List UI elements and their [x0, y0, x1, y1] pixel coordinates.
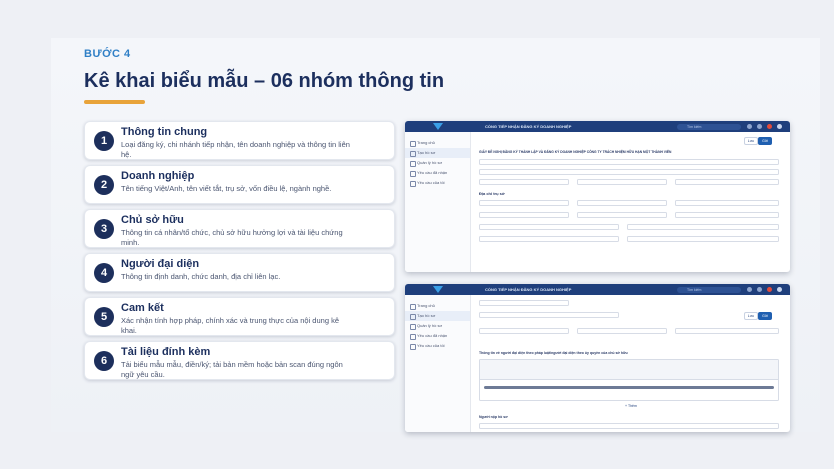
notification-icon[interactable] [767, 124, 772, 129]
app-name: CỔNG TIẾP NHẬN ĐĂNG KÝ DOANH NGHIỆP [485, 287, 572, 292]
info-card-2: 2 Doanh nghiệp Tên tiếng Việt/Anh, tên v… [84, 165, 395, 204]
form-title: GIẤY ĐỀ NGHỊ ĐĂNG KÝ THÀNH LẬP VÀ ĐĂNG K… [479, 150, 672, 154]
form-field[interactable] [479, 423, 779, 429]
submit-button[interactable]: Gửi [758, 137, 772, 145]
card-description: Xác nhận tính hợp pháp, chính xác và tru… [121, 316, 340, 335]
form-field[interactable] [675, 200, 779, 206]
avatar[interactable] [777, 124, 782, 129]
card-description: Loại đăng ký, chi nhánh tiếp nhận, tên d… [121, 140, 350, 159]
notification-icon[interactable] [767, 287, 772, 292]
form-field[interactable] [675, 179, 779, 185]
form-field[interactable] [479, 169, 779, 175]
info-card-1: 1 Thông tin chung Loại đăng ký, chi nhán… [84, 121, 395, 160]
form-screenshot-2: CỔNG TIẾP NHẬN ĐĂNG KÝ DOANH NGHIỆP Tìm … [405, 284, 790, 432]
add-row-button[interactable]: + Thêm [625, 404, 637, 408]
form-field[interactable] [479, 236, 619, 242]
sidebar-item-mine[interactable]: Yêu cầu của tôi [405, 341, 470, 351]
step-label: BƯỚC 4 [84, 48, 131, 60]
info-card-6: 6 Tài liệu đính kèm Tải biểu mẫu mẫu, đi… [84, 341, 395, 380]
sidebar-item-home[interactable]: Trang chủ [405, 301, 470, 311]
info-card-4: 4 Người đại diện Thông tin định danh, ch… [84, 253, 395, 292]
avatar[interactable] [777, 287, 782, 292]
form-field[interactable] [577, 179, 667, 185]
form-field[interactable] [577, 200, 667, 206]
section-heading: Thông tin về người đại diện theo pháp lu… [479, 351, 628, 355]
form-field[interactable] [479, 212, 569, 218]
form-field[interactable] [675, 328, 779, 334]
number-badge: 3 [94, 219, 114, 239]
settings-icon[interactable] [757, 124, 762, 129]
form-field[interactable] [627, 236, 779, 242]
section-heading: Địa chỉ trụ sở [479, 191, 505, 196]
help-icon[interactable] [747, 287, 752, 292]
save-button[interactable]: Lưu [743, 137, 758, 145]
search-input[interactable]: Tìm kiếm [677, 287, 741, 293]
form-field[interactable] [479, 200, 569, 206]
card-description: Tải biểu mẫu mẫu, điền/ký; tải bản mềm h… [121, 360, 343, 379]
number-badge: 2 [94, 175, 114, 195]
form-field[interactable] [479, 224, 619, 230]
card-description: Thông tin định danh, chức danh, địa chỉ … [121, 272, 281, 281]
table-scrollbar[interactable] [484, 386, 774, 389]
page-title: Kê khai biểu mẫu – 06 nhóm thông tin [84, 70, 445, 92]
help-icon[interactable] [747, 124, 752, 129]
form-field[interactable] [479, 328, 569, 334]
form-field[interactable] [479, 159, 779, 165]
form-field[interactable] [577, 328, 667, 334]
card-title: Chủ sở hữu [121, 214, 184, 226]
sidebar-item-mine[interactable]: Yêu cầu của tôi [405, 178, 470, 188]
save-button[interactable]: Lưu [743, 312, 758, 320]
form-field[interactable] [479, 300, 569, 306]
search-input[interactable]: Tìm kiếm [677, 124, 741, 130]
sidebar-item-received[interactable]: Yêu cầu đã nhận [405, 168, 470, 178]
form-field[interactable] [675, 212, 779, 218]
form-field[interactable] [479, 179, 569, 185]
section-heading: Người nộp hồ sơ [479, 415, 508, 419]
card-title: Người đại diện [121, 258, 200, 270]
slide: BƯỚC 4 Kê khai biểu mẫu – 06 nhóm thông … [51, 38, 820, 432]
app-name: CỔNG TIẾP NHẬN ĐĂNG KÝ DOANH NGHIỆP [485, 124, 572, 129]
form-field[interactable] [479, 312, 619, 318]
info-card-3: 3 Chủ sở hữu Thông tin cá nhân/tổ chức, … [84, 209, 395, 248]
card-title: Doanh nghiệp [121, 170, 195, 182]
title-underline [84, 100, 145, 104]
submit-button[interactable]: Gửi [758, 312, 772, 320]
sidebar-item-received[interactable]: Yêu cầu đã nhận [405, 331, 470, 341]
representative-table [479, 359, 779, 401]
card-description: Tên tiếng Việt/Anh, tên viết tắt, trụ sở… [121, 184, 332, 193]
form-area: Lưu Gửi Thông tin về người đại diện theo… [477, 298, 784, 432]
sidebar-item-create[interactable]: Tạo hồ sơ [405, 311, 470, 321]
form-area: Lưu Gửi GIẤY ĐỀ NGHỊ ĐĂNG KÝ THÀNH LẬP V… [477, 135, 784, 272]
card-title: Thông tin chung [121, 126, 208, 138]
number-badge: 1 [94, 131, 114, 151]
number-badge: 6 [94, 351, 114, 371]
card-title: Cam kết [121, 302, 164, 314]
sidebar-item-home[interactable]: Trang chủ [405, 138, 470, 148]
number-badge: 4 [94, 263, 114, 283]
sidebar-item-manage[interactable]: Quản lý hồ sơ [405, 321, 470, 331]
sidebar-item-manage[interactable]: Quản lý hồ sơ [405, 158, 470, 168]
form-field[interactable] [627, 224, 779, 230]
card-title: Tài liệu đính kèm [121, 346, 211, 358]
sidebar-item-create[interactable]: Tạo hồ sơ [405, 148, 470, 158]
sidebar: Trang chủ Tạo hồ sơ Quản lý hồ sơ Yêu cầ… [405, 295, 471, 432]
card-description: Thông tin cá nhân/tổ chức, chủ sở hữu hư… [121, 228, 343, 247]
info-card-5: 5 Cam kết Xác nhận tính hợp pháp, chính … [84, 297, 395, 336]
number-badge: 5 [94, 307, 114, 327]
form-screenshot-1: CỔNG TIẾP NHẬN ĐĂNG KÝ DOANH NGHIỆP Tìm … [405, 121, 790, 272]
sidebar: Trang chủ Tạo hồ sơ Quản lý hồ sơ Yêu cầ… [405, 132, 471, 272]
settings-icon[interactable] [757, 287, 762, 292]
form-field[interactable] [577, 212, 667, 218]
